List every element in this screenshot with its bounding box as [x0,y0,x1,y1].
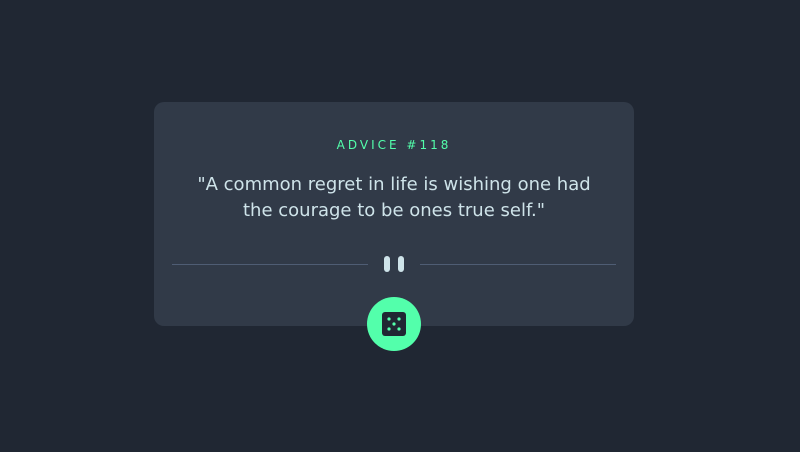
advice-id: ADVICE #118 [336,138,452,152]
advice-card: ADVICE #118 "A common regret in life is … [154,102,634,326]
divider [172,256,616,272]
divider-line-left [172,264,368,265]
new-advice-button[interactable] [367,297,421,351]
dice-icon [382,312,406,336]
advice-quote: "A common regret in life is wishing one … [197,174,591,221]
pause-icon [384,256,404,272]
divider-line-right [420,264,616,265]
app-stage: ADVICE #118 "A common regret in life is … [0,0,800,452]
